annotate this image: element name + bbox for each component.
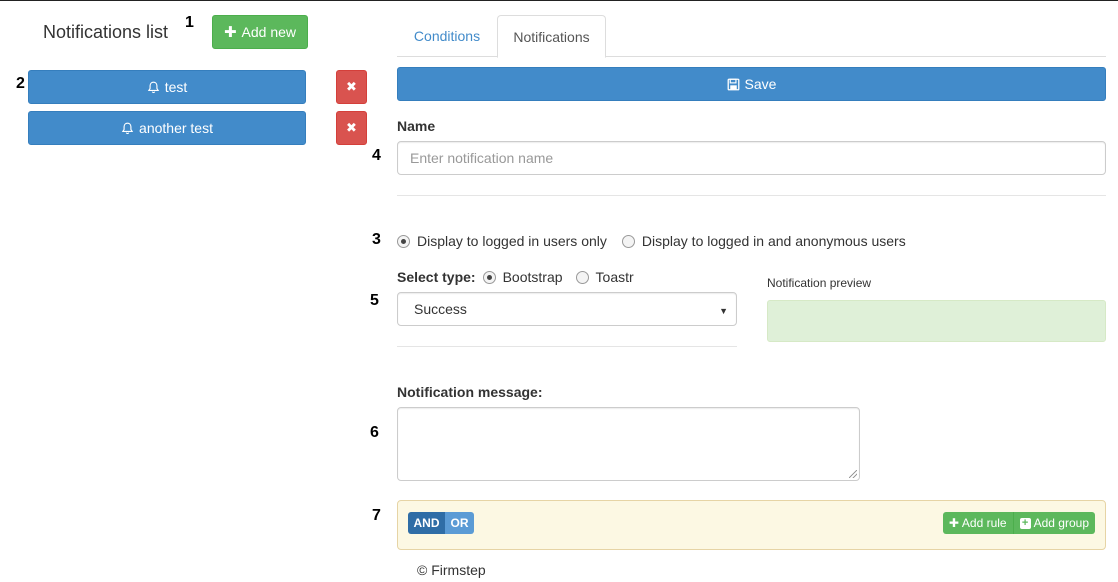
add-new-label: Add new <box>241 24 297 40</box>
name-input[interactable]: Enter notification name <box>397 141 1106 175</box>
divider <box>397 346 737 347</box>
delete-notification-button[interactable]: ✖ <box>336 111 367 145</box>
bell-icon <box>121 122 134 135</box>
notification-item-label: another test <box>139 120 213 136</box>
tab-conditions[interactable]: Conditions <box>397 15 497 57</box>
divider <box>397 195 1106 196</box>
marker-1: 1 <box>185 14 194 31</box>
radio-logged-in-and-anonymous[interactable] <box>621 234 635 248</box>
tab-bar: Conditions Notifications <box>397 15 1106 58</box>
notifications-list-title: Notifications list <box>43 22 169 42</box>
times-icon: ✖ <box>346 79 357 94</box>
add-group-button[interactable]: + Add group <box>1012 512 1095 534</box>
select-type-row: Select type: Bootstrap Toastr <box>397 269 634 285</box>
times-icon: ✖ <box>346 120 357 135</box>
marker-6: 6 <box>370 424 379 441</box>
delete-notification-button[interactable]: ✖ <box>336 70 367 104</box>
bell-icon <box>147 81 160 94</box>
save-icon <box>727 78 740 91</box>
notification-preview <box>767 300 1106 342</box>
notification-item-test[interactable]: test <box>28 70 306 104</box>
name-placeholder: Enter notification name <box>410 150 554 166</box>
radio-label: Display to logged in and anonymous users <box>641 233 906 249</box>
marker-3: 3 <box>372 231 381 248</box>
radio-label: Display to logged in users only <box>417 233 607 249</box>
plus-icon: ✚ <box>223 23 237 41</box>
marker-7: 7 <box>372 507 381 524</box>
add-rule-button[interactable]: ✚ Add rule <box>942 512 1013 534</box>
save-label: Save <box>744 76 777 92</box>
style-select-value: Success <box>414 301 467 317</box>
query-builder-actions: ✚ Add rule + Add group <box>942 512 1095 534</box>
select-type-label: Select type: <box>397 269 476 285</box>
plus-icon: ✚ <box>948 516 959 530</box>
save-button[interactable]: Save <box>397 67 1106 101</box>
display-options: Display to logged in users only Display … <box>397 233 906 249</box>
add-rule-label: Add rule <box>961 516 1007 530</box>
radio-logged-in-only[interactable] <box>397 234 410 248</box>
resize-handle-icon[interactable] <box>849 470 857 478</box>
marker-5: 5 <box>370 292 379 309</box>
name-label: Name <box>397 118 436 134</box>
notification-message-textarea[interactable] <box>397 407 860 481</box>
radio-bootstrap[interactable] <box>482 270 496 284</box>
plus-square-icon: + <box>1019 517 1031 529</box>
footer-copyright: © Firmstep <box>417 562 486 578</box>
radio-toastr[interactable] <box>575 270 589 284</box>
marker-2: 2 <box>16 75 25 92</box>
tab-notifications[interactable]: Notifications <box>497 15 606 58</box>
marker-4: 4 <box>372 147 381 164</box>
and-button[interactable]: AND <box>408 512 445 534</box>
notification-item-label: test <box>164 79 188 95</box>
top-border <box>0 0 1118 1</box>
add-new-button[interactable]: ✚ Add new <box>212 15 308 49</box>
notification-preview-label: Notification preview <box>767 276 872 290</box>
notification-message-label: Notification message: <box>397 384 543 400</box>
query-builder-group: AND OR ✚ Add rule + Add group <box>397 500 1106 550</box>
radio-label: Toastr <box>595 269 634 285</box>
condition-toggle: AND OR <box>408 512 474 534</box>
caret-down-icon: ▼ <box>719 306 728 316</box>
notification-item-another-test[interactable]: another test <box>28 111 306 145</box>
style-select[interactable]: Success ▼ <box>397 292 737 326</box>
radio-label: Bootstrap <box>502 269 563 285</box>
or-button[interactable]: OR <box>445 512 474 534</box>
add-group-label: Add group <box>1033 516 1089 530</box>
